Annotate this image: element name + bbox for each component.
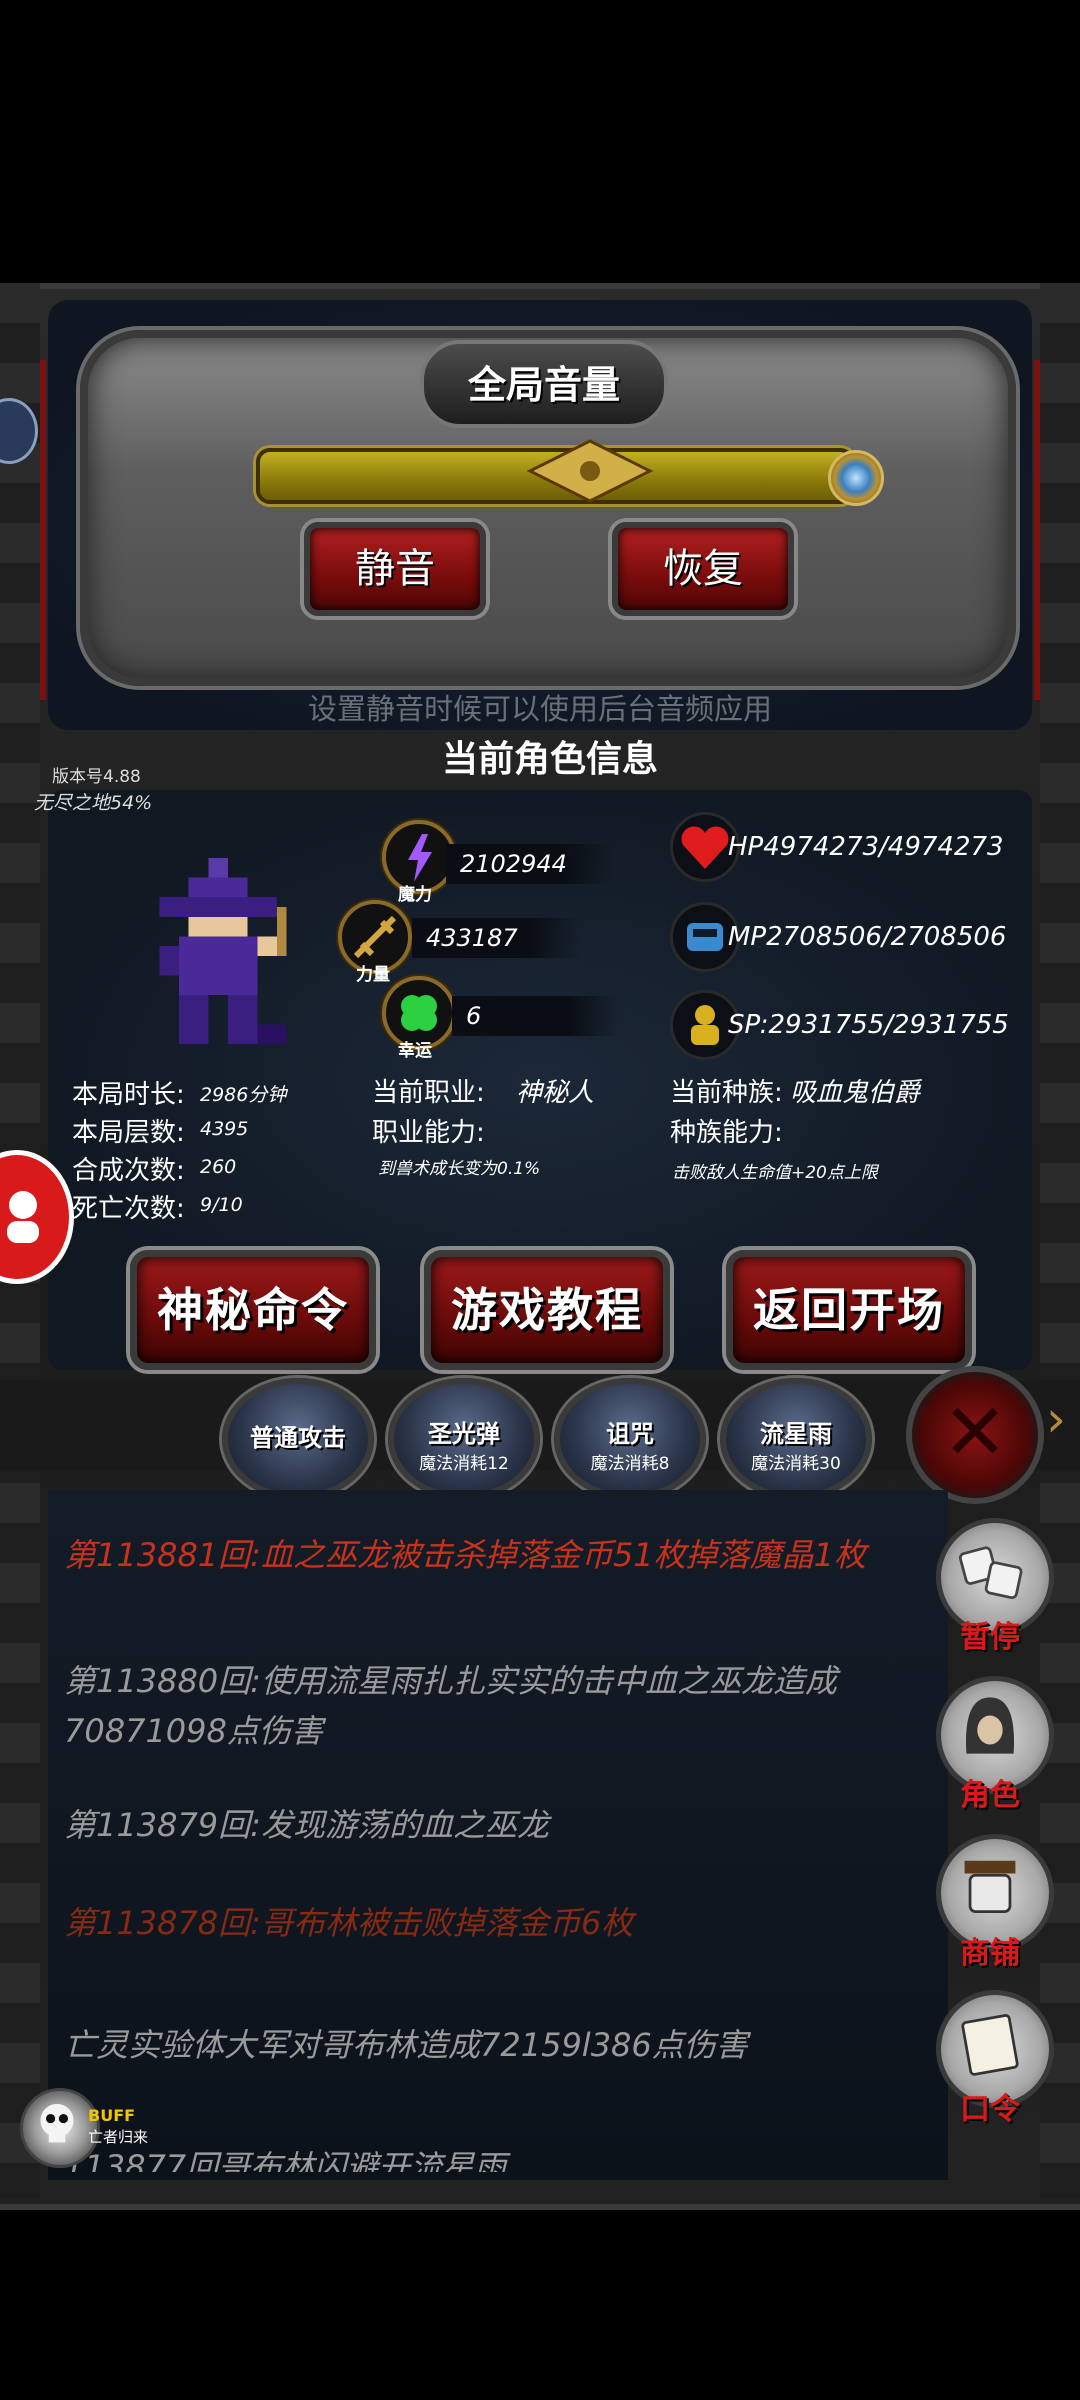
buff-sublabel: 亡者归来 [88, 2128, 149, 2146]
shop-label[interactable]: 商铺 [936, 1928, 1044, 1972]
log-entry: 第113879回:发现游荡的血之巫龙 [64, 1806, 549, 1844]
skill-name: 普通攻击 [250, 1424, 346, 1452]
magic-value: 2102944 [446, 844, 614, 884]
mp-value: MP2708506/2708506 [728, 922, 1007, 952]
skill-normal-attack[interactable]: 普通攻击 [222, 1378, 374, 1500]
log-entry: 第113878回:哥布林被击败掉落金币6枚 [64, 1904, 634, 1942]
race-value: 吸血鬼伯爵 [790, 1078, 921, 1108]
volume-ornament-icon [526, 439, 654, 503]
skill-name: 圣光弹 [428, 1420, 500, 1448]
mystic-command-button[interactable]: 神秘命令 [130, 1250, 376, 1370]
luck-value: 6 [452, 996, 620, 1036]
skill-name: 流星雨 [760, 1420, 832, 1448]
luck-caption: 幸运 [398, 1041, 432, 1061]
restore-button[interactable]: 恢复 [612, 522, 794, 616]
close-x-icon: ✕ [942, 1388, 1008, 1478]
character-label[interactable]: 角色 [936, 1770, 1044, 1814]
version-label: 版本号4.88 [52, 767, 141, 787]
volume-slider-knob[interactable] [828, 450, 884, 506]
job-ability-label: 职业能力: [372, 1118, 485, 1148]
floors-label: 本局层数: [72, 1118, 185, 1148]
tutorial-button[interactable]: 游戏教程 [424, 1250, 670, 1370]
pause-label[interactable]: 暂停 [936, 1612, 1044, 1656]
password-label[interactable]: 口令 [936, 2084, 1044, 2128]
job-label: 当前职业: [372, 1078, 485, 1108]
skill-cost: 魔法消耗12 [419, 1454, 509, 1474]
log-entry: 亡灵实验体大军对哥布林造成72159l386点伤害 [64, 2026, 748, 2064]
volume-hint-text: 设置静音时候可以使用后台音频应用 [307, 692, 772, 726]
progress-label: 无尽之地54% [34, 792, 153, 814]
skill-meteor[interactable]: 流星雨 魔法消耗30 [720, 1378, 872, 1500]
back-to-start-button[interactable]: 返回开场 [726, 1250, 972, 1370]
hp-value: HP4974273/4974273 [728, 832, 1004, 862]
frame-red-rail-right [1034, 360, 1040, 700]
skill-cost: 魔法消耗8 [590, 1454, 670, 1474]
floors-value: 4395 [200, 1118, 249, 1140]
race-ability-value: 击败敌人生命值+20点上限 [672, 1163, 878, 1183]
duration-label: 本局时长: [72, 1080, 185, 1110]
race-ability-label: 种族能力: [670, 1118, 783, 1148]
race-label: 当前种族: [670, 1078, 783, 1108]
left-edge-avatar-icon[interactable] [0, 1150, 74, 1284]
character-info-title: 当前角色信息 [441, 739, 658, 780]
sp-value: SP:2931755/2931755 [728, 1010, 1009, 1040]
frame-red-rail-left [40, 360, 46, 700]
wizard-sprite-icon [159, 858, 287, 1045]
volume-title: 全局音量 [467, 363, 620, 407]
skill-holy-light[interactable]: 圣光弹 魔法消耗12 [388, 1378, 540, 1500]
buff-label: BUFF [88, 2106, 136, 2125]
strength-value: 433187 [412, 918, 580, 958]
log-entry: 113877回哥布林闪避开流星雨 [64, 2148, 507, 2172]
mute-button[interactable]: 静音 [304, 522, 486, 616]
deaths-label: 死亡次数: [72, 1194, 185, 1224]
skill-name: 诅咒 [606, 1420, 654, 1448]
job-ability-value: 到兽术成长变为0.1% [378, 1159, 541, 1179]
synth-label: 合成次数: [72, 1156, 185, 1186]
synth-value: 260 [200, 1156, 237, 1178]
skill-curse[interactable]: 诅咒 魔法消耗8 [554, 1378, 706, 1500]
job-value: 神秘人 [516, 1078, 595, 1108]
chevron-right-icon[interactable]: › [1046, 1390, 1066, 1448]
deaths-value: 9/10 [200, 1194, 243, 1216]
log-entry: 第113880回:使用流星雨扎扎实实的击中血之巫龙造成70871098点伤害 [64, 1662, 837, 1750]
magic-caption: 魔力 [398, 885, 432, 905]
skill-cost: 魔法消耗30 [751, 1454, 841, 1474]
log-entry: 第113881回:血之巫龙被击杀掉落金币51枚掉落魔晶1枚 [64, 1536, 867, 1574]
duration-value: 2986分钟 [200, 1084, 287, 1106]
